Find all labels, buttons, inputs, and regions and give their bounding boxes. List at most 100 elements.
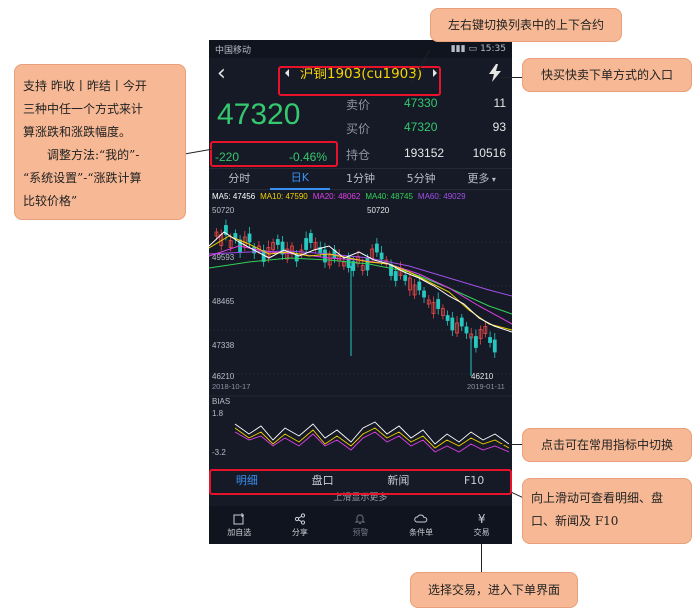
candle-body (492, 339, 497, 353)
callout-swipe-up: 向上滑动可查看明细、盘 口、新闻及 F10 (522, 478, 692, 544)
callout-indicator-switch: 点击可在常用指标中切换 (522, 428, 692, 462)
alert-label: 预警 (352, 527, 369, 537)
bottom-toolbar: 加自选 分享 预警 条件单 ¥ 交易 (209, 506, 512, 544)
kline-chart[interactable]: 50720 49593 48465 47338 46210 50720 4621… (209, 206, 512, 456)
candle-body (422, 290, 426, 298)
ma40-value: MA40: 48745 (365, 192, 413, 201)
signal-icon: ▮▮▮ (450, 44, 466, 54)
candle-body (275, 239, 280, 245)
candle-body (308, 233, 313, 243)
ma-legend: MA5: 47456 MA10: 47590 MA20: 48062 MA40:… (209, 190, 512, 203)
ma5-value: MA5: 47456 (212, 192, 256, 201)
bid-volume: 93 (492, 120, 506, 134)
date-end: 2019-01-11 (467, 382, 505, 391)
chevron-down-icon: ▾ (489, 174, 496, 184)
callout-bottom-text: 选择交易，进入下单界面 (427, 583, 560, 597)
share-icon (294, 512, 305, 525)
connector-bottom (481, 544, 482, 574)
callout-left-line1: 支持 昨收丨昨结丨今开 (23, 79, 147, 93)
candle-body (403, 275, 408, 281)
date-start: 2018-10-17 (212, 382, 250, 391)
period-tabs: 分时 日K 1分钟 5分钟 更多 ▾ (209, 168, 512, 190)
tab-daily-k[interactable]: 日K (269, 168, 331, 190)
ma60-value: MA60: 49029 (417, 192, 466, 201)
bias-bottom: -3.2 (212, 448, 226, 456)
ma20-value: MA20: 48062 (312, 192, 361, 201)
callout-quick-trade: 快买快卖下单方式的入口 (522, 58, 692, 92)
callout-left-line3: 算涨跌和涨跌幅度。 (23, 125, 132, 139)
candle-body (417, 281, 422, 291)
tab-intraday[interactable]: 分时 (209, 169, 270, 189)
callout-change-calc: 支持 昨收丨昨结丨今开 三种中任一个方式来计 算涨跌和涨跌幅度。 调整方法:“我… (14, 64, 186, 220)
bias-line-yellow (234, 427, 510, 449)
candle-body (247, 233, 252, 243)
connector-right-top (500, 77, 522, 78)
callout-left-line6: 比较价格” (23, 194, 78, 208)
callout-left-line4: 调整方法:“我的”- (47, 148, 140, 162)
oi-value: 193152 (404, 146, 445, 160)
trade-label: 交易 (473, 527, 490, 537)
callout-trade-entry: 选择交易，进入下单界面 (410, 572, 578, 608)
highlight-change (210, 141, 338, 167)
conditional-order-label: 条件单 (409, 527, 434, 537)
candle-body (436, 299, 441, 309)
candle-body (379, 252, 384, 260)
callout-top-text: 左右键切换列表中的上下合约 (447, 18, 604, 32)
last-price: 47320 (217, 98, 301, 131)
battery-icon: ▭ (468, 44, 478, 54)
candle-body (445, 315, 450, 321)
oi-change: 10516 (472, 146, 506, 160)
tab-more[interactable]: 更多 ▾ (451, 169, 512, 190)
add-watchlist-button[interactable]: 加自选 (209, 506, 270, 544)
carrier-label: 中国移动 (215, 45, 252, 56)
bell-icon (355, 514, 366, 524)
trade-button[interactable]: ¥ 交易 (451, 506, 512, 544)
ask-price: 47330 (404, 96, 438, 110)
callout-right-bottom-line2: 口、新闻及 F10 (531, 514, 619, 528)
candle-body (464, 326, 469, 334)
callout-contract-switch: 左右键切换列表中的上下合约 (430, 8, 622, 42)
status-bar: 中国移动 ▮▮▮ ▭ 15:35 (209, 40, 512, 58)
share-label: 分享 (291, 527, 308, 537)
low-marker: 46210 (471, 372, 494, 381)
bid-price: 47320 (404, 120, 438, 134)
candle-body (488, 337, 492, 343)
callout-left-line5: “系统设置”-“涨跌计算 (23, 171, 142, 185)
time-label: 15:35 (480, 44, 506, 54)
tab-5min[interactable]: 5分钟 (391, 169, 452, 189)
connector-right-mid (497, 444, 522, 445)
ma10-value: MA10: 47590 (260, 192, 308, 201)
yen-icon: ¥ (477, 511, 486, 526)
bid-label: 买价 (346, 122, 371, 136)
alert-button[interactable]: 预警 (330, 506, 391, 544)
bias-label[interactable]: BIAS (212, 397, 230, 406)
back-icon[interactable]: ‹ (217, 61, 226, 86)
candle-body (459, 317, 464, 327)
oi-label: 持仓 (346, 148, 371, 162)
candle-body (474, 336, 478, 348)
tab-1min[interactable]: 1分钟 (330, 169, 391, 189)
callout-left-line2: 三种中任一个方式来计 (23, 102, 144, 116)
tab-more-label: 更多 (467, 171, 490, 185)
flash-trade-icon[interactable] (488, 64, 502, 82)
candle-body (374, 243, 379, 253)
share-button[interactable]: 分享 (270, 506, 331, 544)
y-label-top: 50720 (212, 206, 235, 215)
candle-body (304, 238, 309, 250)
high-marker: 50720 (367, 206, 390, 215)
bias-top: 1.8 (212, 409, 224, 418)
ask-label: 卖价 (346, 98, 371, 112)
y-label-bottom: 46210 (212, 372, 235, 381)
ask-volume: 11 (493, 96, 506, 110)
callout-right-mid-text: 点击可在常用指标中切换 (540, 438, 673, 452)
y-label-4: 47338 (212, 341, 235, 350)
callout-right-top-text: 快买快卖下单方式的入口 (540, 68, 673, 82)
add-watchlist-label: 加自选 (227, 527, 252, 537)
callout-right-bottom-line1: 向上滑动可查看明细、盘 (531, 491, 664, 505)
cloud-icon (414, 514, 428, 522)
highlight-info-tabs (209, 469, 512, 495)
y-label-3: 48465 (212, 297, 235, 306)
candle-body (450, 317, 455, 331)
candle-body (393, 271, 398, 281)
conditional-order-button[interactable]: 条件单 (391, 506, 452, 544)
